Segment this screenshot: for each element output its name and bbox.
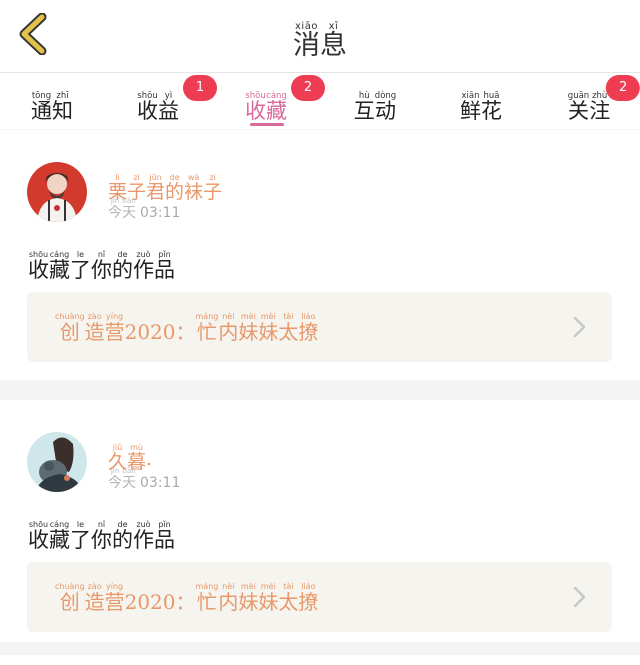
tab-following-badge: 2: [606, 75, 640, 101]
avatar[interactable]: [27, 432, 87, 492]
timestamp: jīn 今 tiān 天 03:11: [108, 467, 181, 491]
tab-flowers[interactable]: xiān 鲜 huā 花: [460, 83, 502, 122]
next-card-edge: [0, 655, 640, 665]
chevron-right-icon: [573, 316, 586, 338]
work-title: chuàng 创 zào 造 yíng 营 2020： máng 忙 nèi 内 mèi 妹 mèi 妹 tà…: [55, 582, 319, 614]
tab-following[interactable]: guān 关 zhù 注 2: [568, 75, 640, 122]
header: xiāo 消 xī 息: [0, 0, 640, 73]
work-title: chuàng 创 zào 造 yíng 营 2020： máng 忙 nèi 内 mèi 妹 mèi 妹 tà…: [55, 312, 319, 344]
action-text: shōu 收 cáng 藏 le 了 nǐ 你 de 的 zuò 作 pǐn 品: [28, 250, 175, 282]
active-tab-indicator: [250, 123, 284, 126]
work-link[interactable]: chuàng 创 zào 造 yíng 营 2020： máng 忙 nèi 内 mèi 妹 mèi 妹 tà…: [27, 562, 612, 632]
action-text: shōu 收 cáng 藏 le 了 nǐ 你 de 的 zuò 作 pǐn 品: [28, 520, 175, 552]
chevron-right-icon: [573, 586, 586, 608]
work-link[interactable]: chuàng 创 zào 造 yíng 营 2020： máng 忙 nèi 内 mèi 妹 mèi 妹 tà…: [27, 292, 612, 362]
tab-favorites[interactable]: shōu 收 cáng 藏 2: [245, 75, 325, 122]
tab-notifications[interactable]: tōng 通 zhī 知: [31, 83, 73, 122]
notification-card: lì 栗 zi 子 jūn 君 de 的 wà 袜 zi 子 jīn 今 tiān 天 03:11 shōu…: [0, 130, 640, 380]
tab-favorites-badge: 2: [291, 75, 325, 101]
tab-bar: tōng 通 zhī 知 shōu 收 yì 益 1 shōu 收 cáng 藏 2 hù 互 dòn…: [0, 73, 640, 129]
tab-earnings-badge: 1: [183, 75, 217, 101]
tab-earnings[interactable]: shōu 收 yì 益 1: [137, 75, 217, 122]
notification-card: jiǔ 久 mù 暮. jīn 今 tiān 天 03:11 shōu 收 cáng 藏 le 了 nǐ…: [0, 400, 640, 642]
avatar[interactable]: [27, 162, 87, 222]
tab-interactions[interactable]: hù 互 dòng 动: [354, 83, 396, 122]
page-title: xiāo 消 xī 息: [293, 21, 347, 61]
timestamp: jīn 今 tiān 天 03:11: [108, 197, 181, 221]
